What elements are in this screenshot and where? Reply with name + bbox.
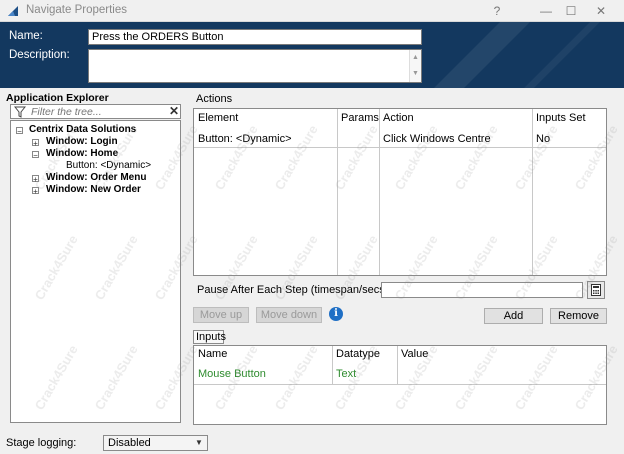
pause-label: Pause After Each Step (timespan/secs) xyxy=(197,284,389,296)
title-bar: Navigate Properties ? — ☐ ✕ xyxy=(0,0,624,22)
clear-filter-icon[interactable]: ✕ xyxy=(167,104,181,118)
filter-box: ✕ xyxy=(10,104,181,119)
add-button[interactable]: Add xyxy=(484,308,543,324)
tree-item-login-label: Window: Login xyxy=(46,136,118,147)
inputs-grid: Name Datatype Value Mouse Button Text xyxy=(193,345,607,425)
application-explorer-title: Application Explorer xyxy=(6,92,109,104)
input-name-cell: Mouse Button xyxy=(198,368,266,380)
name-field[interactable]: Press the ORDERS Button xyxy=(88,29,422,45)
tree-root-label: Centrix Data Solutions xyxy=(29,124,137,135)
column-header-value[interactable]: Value xyxy=(401,348,428,360)
cell-inputs-set: No xyxy=(536,133,551,145)
description-field[interactable]: ▲ ▼ xyxy=(88,49,422,83)
explorer-tree: − Centrix Data Solutions + Window: Login… xyxy=(10,120,181,423)
calculator-button[interactable] xyxy=(587,281,605,299)
expand-order-menu-icon[interactable]: + xyxy=(32,175,39,184)
tree-item-home[interactable]: Window: Home xyxy=(46,148,118,159)
stage-logging-select[interactable]: Disabled ▼ xyxy=(103,435,208,451)
tree-item-dynamic-button[interactable]: Button: <Dynamic> xyxy=(66,160,151,171)
help-button[interactable]: ? xyxy=(486,2,508,20)
column-header-inputs-set[interactable]: Inputs Set xyxy=(536,112,586,124)
column-header-params[interactable]: Params xyxy=(341,112,379,124)
chevron-down-icon[interactable]: ▼ xyxy=(194,436,204,450)
close-button[interactable]: ✕ xyxy=(590,2,612,20)
expand-new-order-icon[interactable]: + xyxy=(32,187,39,196)
scroll-up-icon[interactable]: ▲ xyxy=(410,50,421,66)
collapse-root-icon[interactable]: − xyxy=(16,127,23,136)
input-datatype-cell: Text xyxy=(336,368,357,380)
column-header-action[interactable]: Action xyxy=(383,112,414,124)
stage-logging-label: Stage logging: xyxy=(6,437,77,449)
actions-grid: Element Params Action Inputs Set Button:… xyxy=(193,108,607,276)
column-header-datatype[interactable]: Datatype xyxy=(336,348,380,360)
cell-action: Click Windows Centre xyxy=(383,133,491,145)
table-row[interactable]: Mouse Button Text xyxy=(194,368,606,382)
row-divider xyxy=(194,384,606,385)
header-divider xyxy=(194,147,606,148)
name-label: Name: xyxy=(9,30,43,42)
inputs-title: Inputs xyxy=(193,330,226,344)
maximize-button[interactable]: ☐ xyxy=(560,2,582,20)
tree-item-order-menu[interactable]: Window: Order Menu xyxy=(46,172,146,183)
expand-login-icon[interactable]: + xyxy=(32,139,39,148)
move-up-button[interactable]: Move up xyxy=(193,307,249,323)
tree-item-home-label: Window: Home xyxy=(46,148,119,159)
description-label: Description: xyxy=(9,49,70,61)
minimize-button[interactable]: — xyxy=(535,2,557,20)
remove-button[interactable]: Remove xyxy=(550,308,607,324)
filter-icon xyxy=(14,106,26,118)
stage-logging-value: Disabled xyxy=(108,437,151,449)
table-row[interactable]: Button: <Dynamic> Click Windows Centre N… xyxy=(194,133,606,147)
calculator-icon xyxy=(591,284,601,296)
tree-item-new-order-label: Window: New Order xyxy=(46,184,141,195)
cell-element: Button: <Dynamic> xyxy=(198,133,292,145)
description-scrollbar[interactable]: ▲ ▼ xyxy=(409,50,421,82)
column-header-name[interactable]: Name xyxy=(198,348,227,360)
properties-header: Name: Press the ORDERS Button Descriptio… xyxy=(0,22,624,88)
info-icon[interactable]: i xyxy=(329,307,343,321)
tree-item-login[interactable]: Window: Login xyxy=(46,136,118,147)
pause-input[interactable] xyxy=(381,282,583,298)
app-logo-icon xyxy=(8,6,18,16)
scroll-down-icon[interactable]: ▼ xyxy=(410,66,421,82)
window-title: Navigate Properties xyxy=(26,4,127,16)
tree-item-order-menu-label: Window: Order Menu xyxy=(46,172,147,183)
tree-item-new-order[interactable]: Window: New Order xyxy=(46,184,141,195)
actions-title: Actions xyxy=(196,93,233,105)
tree-root[interactable]: Centrix Data Solutions xyxy=(29,124,136,135)
move-down-button[interactable]: Move down xyxy=(256,307,322,323)
column-header-element[interactable]: Element xyxy=(198,112,238,124)
filter-tree-input[interactable] xyxy=(29,105,159,118)
collapse-home-icon[interactable]: − xyxy=(32,151,39,160)
